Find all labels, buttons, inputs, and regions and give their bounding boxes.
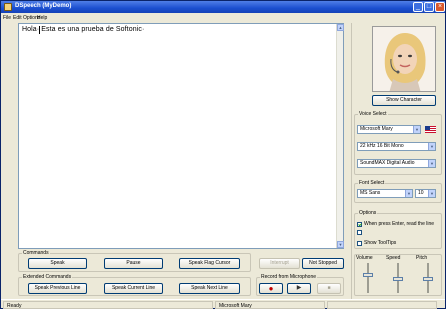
volume-slider[interactable]	[367, 263, 369, 293]
status-bar: Ready Microsoft Mary	[1, 299, 445, 309]
audio-format-value: 22 kHz 16 Bit Mono	[360, 143, 404, 149]
font-name-select[interactable]: MS Sans ▼	[357, 189, 413, 198]
speed-slider-thumb[interactable]	[393, 277, 403, 281]
status-extra	[327, 301, 437, 309]
interrupt-button[interactable]: Interrupt	[259, 258, 300, 269]
editor-scrollbar[interactable]: ▲ ▼	[336, 24, 344, 248]
speak-button[interactable]: Speak	[28, 258, 87, 269]
stop-button[interactable]: ■	[317, 283, 341, 294]
read-line-checkbox[interactable]	[357, 222, 362, 227]
play-button[interactable]: ▶	[287, 283, 311, 294]
audio-device-value: SoundMAX Digital Audio	[360, 160, 415, 166]
menu-bar: File Edit Options Help	[1, 13, 445, 22]
show-character-button[interactable]: Show Character	[372, 95, 436, 106]
menu-help[interactable]: Help	[37, 15, 47, 21]
record-button[interactable]: ●	[259, 283, 283, 294]
chevron-down-icon[interactable]: ▼	[428, 143, 435, 150]
commands-label: Commands	[22, 250, 50, 256]
app-icon	[4, 3, 12, 11]
pause-button[interactable]: Pause	[104, 258, 163, 269]
scroll-up-icon[interactable]: ▲	[337, 24, 344, 31]
text-caret	[39, 26, 40, 34]
maximize-button[interactable]: □	[424, 2, 434, 12]
font-name-value: MS Sans	[360, 190, 381, 196]
chevron-down-icon[interactable]: ▼	[428, 160, 435, 167]
tooltips-label: Show ToolTips	[364, 240, 397, 246]
menu-edit[interactable]: Edit	[13, 15, 22, 21]
character-portrait	[372, 26, 436, 92]
text-editor[interactable]: Hola· Esta es una prueba de Softonic· ▲ …	[18, 23, 344, 249]
pitch-label: Pitch	[416, 255, 428, 261]
us-flag-icon	[425, 126, 436, 133]
app-window: DSpeech (MyDemo) _ □ × File Edit Options…	[0, 0, 446, 309]
close-button[interactable]: ×	[435, 2, 445, 12]
volume-label: Volume	[356, 255, 373, 261]
speak-next-line-button[interactable]: Speak Next Line	[179, 283, 240, 294]
editor-text: Hola· Esta es una prueba de Softonic·	[22, 26, 145, 33]
tooltips-checkbox[interactable]	[357, 241, 362, 246]
character-image	[373, 27, 435, 91]
voice-engine-value: Microsoft Mary	[360, 126, 393, 132]
option-2-checkbox[interactable]	[357, 230, 362, 235]
extended-commands-label: Extended Commands	[22, 274, 73, 280]
chevron-down-icon[interactable]: ▼	[405, 190, 412, 197]
font-size-select[interactable]: 10 ▼	[415, 189, 436, 198]
audio-format-select[interactable]: 22 kHz 16 Bit Mono ▼	[357, 142, 436, 151]
speak-current-line-button[interactable]: Speak Current Line	[104, 283, 163, 294]
options-label: Options	[358, 210, 378, 216]
audio-device-select[interactable]: SoundMAX Digital Audio ▼	[357, 159, 436, 168]
read-line-label: When press Enter, read the line	[364, 221, 435, 227]
volume-slider-thumb[interactable]	[363, 273, 373, 277]
chevron-down-icon[interactable]: ▼	[413, 126, 420, 133]
speak-flag-button[interactable]: Speak Flag Cursor	[179, 258, 240, 269]
recorder-label: Record from Microphone	[260, 274, 318, 280]
not-stopped-button[interactable]: Not Stopped	[302, 258, 344, 269]
speak-previous-line-button[interactable]: Speak Previous Line	[28, 283, 87, 294]
speed-label: Speed	[386, 255, 401, 261]
font-size-value: 10	[418, 190, 424, 196]
voice-select-label: Voice Select	[358, 111, 388, 117]
window-title: DSpeech (MyDemo)	[15, 3, 72, 9]
voice-engine-select[interactable]: Microsoft Mary ▼	[357, 125, 421, 134]
font-select-label: Font Select	[358, 180, 386, 186]
minimize-button[interactable]: _	[413, 2, 423, 12]
status-voice: Microsoft Mary	[215, 301, 325, 309]
scroll-down-icon[interactable]: ▼	[337, 241, 344, 248]
chevron-down-icon[interactable]: ▼	[428, 190, 435, 197]
panel-divider	[351, 23, 352, 299]
title-bar[interactable]: DSpeech (MyDemo) _ □ ×	[1, 1, 445, 13]
status-ready: Ready	[3, 301, 213, 309]
pitch-slider-thumb[interactable]	[423, 277, 433, 281]
menu-file[interactable]: File	[3, 15, 11, 21]
